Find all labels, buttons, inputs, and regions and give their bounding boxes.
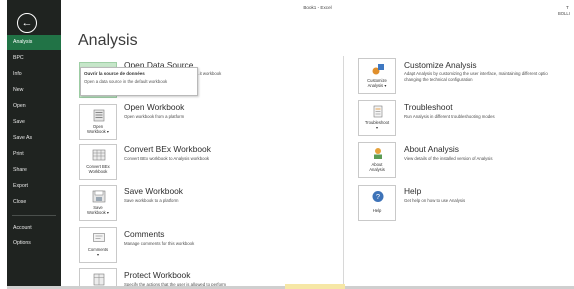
about-analysis-title[interactable]: About Analysis — [404, 144, 459, 154]
comments-desc: Manage comments for this workbook — [124, 241, 195, 246]
protect-workbook-button[interactable] — [79, 268, 117, 288]
backstage-sidebar: ← Analysis BPC Info New Open Save Save A… — [7, 0, 61, 287]
bottom-highlight — [285, 284, 345, 289]
tooltip-title: Ouvrir la source de données — [84, 71, 145, 76]
convert-bex-workbook-desc: Convert BEx workbook to Analysis workboo… — [124, 156, 210, 161]
save-workbook-button[interactable]: Save Workbook ▾ — [79, 185, 117, 221]
sidebar-item-close[interactable]: Close — [7, 195, 61, 210]
tile-label: ▾ — [375, 125, 379, 131]
troubleshoot-icon — [373, 105, 383, 118]
protect-workbook-icon — [93, 273, 105, 286]
sidebar-item-analysis[interactable]: Analysis — [7, 35, 61, 50]
open-workbook-title[interactable]: Open Workbook — [124, 102, 184, 112]
help-button[interactable]: ? Help — [358, 185, 396, 221]
open-workbook-icon — [93, 109, 105, 122]
help-title[interactable]: Help — [404, 186, 421, 196]
about-analysis-button[interactable]: About Analysis — [358, 142, 396, 178]
convert-workbook-icon — [92, 149, 106, 161]
sidebar-item-save-as[interactable]: Save As — [7, 131, 61, 146]
window-title: Book1 - Excel — [303, 5, 332, 10]
tooltip: Ouvrir la source de données Open a data … — [80, 67, 198, 96]
customize-analysis-title[interactable]: Customize Analysis — [404, 60, 477, 70]
troubleshoot-button[interactable]: Troubleshoot ▾ — [358, 100, 396, 136]
tile-label: Analysis — [369, 167, 385, 173]
troubleshoot-desc: Run Analysis in different troubleshootin… — [404, 114, 495, 119]
open-workbook-button[interactable]: Open Workbook ▾ — [79, 104, 117, 140]
tile-label: ▾ — [96, 252, 100, 258]
tile-label: Workbook ▾ — [86, 129, 110, 135]
open-workbook-desc: Open workbook from a platform — [124, 114, 185, 119]
sidebar-item-print[interactable]: Print — [7, 147, 61, 162]
sidebar-divider — [12, 215, 56, 216]
sidebar-item-new[interactable]: New — [7, 83, 61, 98]
customize-analysis-desc: Adapt Analysis by customizing the user i… — [404, 71, 548, 76]
tile-label: Workbook ▾ — [86, 210, 110, 216]
help-desc: Get help on how to use Analysis — [404, 198, 466, 203]
sidebar-item-open[interactable]: Open — [7, 99, 61, 114]
about-analysis-desc: View details of the installed version of… — [404, 156, 493, 161]
comments-icon — [93, 233, 105, 242]
comments-button[interactable]: Comments ▾ — [79, 227, 117, 263]
user-name[interactable]: BOLLI — [558, 11, 570, 16]
sidebar-item-info[interactable]: Info — [7, 67, 61, 82]
about-icon — [374, 148, 382, 159]
save-workbook-desc: Save workbook to a platform — [124, 198, 179, 203]
tile-label: Workbook — [88, 169, 108, 175]
sidebar-item-share[interactable]: Share — [7, 163, 61, 178]
customize-icon — [372, 64, 384, 75]
svg-text:?: ? — [376, 192, 380, 201]
window-titlebar: Book1 - Excel T BOLLI — [61, 0, 574, 16]
tile-label: Analysis ▾ — [367, 83, 387, 89]
back-arrow-icon[interactable]: ← — [17, 13, 37, 33]
sidebar-item-account[interactable]: Account — [7, 221, 61, 236]
sidebar-item-bpc[interactable]: BPC — [7, 51, 61, 66]
save-workbook-icon — [92, 190, 106, 203]
tile-label: Help — [372, 208, 382, 213]
convert-bex-workbook-button[interactable]: Convert BEx Workbook — [79, 144, 117, 180]
window-title-right: T — [566, 5, 569, 10]
comments-title[interactable]: Comments — [124, 229, 165, 239]
page-title: Analysis — [78, 32, 138, 49]
help-icon: ? — [372, 191, 384, 202]
convert-bex-workbook-title[interactable]: Convert BEx Workbook — [124, 144, 211, 154]
open-data-source-desc: ...it workbook — [196, 71, 222, 76]
sidebar-item-export[interactable]: Export — [7, 179, 61, 194]
troubleshoot-title[interactable]: Troubleshoot — [404, 102, 453, 112]
customize-analysis-button[interactable]: Customize Analysis ▾ — [358, 58, 396, 94]
save-workbook-title[interactable]: Save Workbook — [124, 186, 183, 196]
column-divider — [343, 56, 344, 286]
sidebar-item-save[interactable]: Save — [7, 115, 61, 130]
customize-analysis-desc-2: changing the technical configuration — [404, 77, 473, 82]
sidebar-item-options[interactable]: Options — [7, 236, 61, 251]
tooltip-text: Open a data source in the default workbo… — [84, 79, 168, 84]
protect-workbook-title[interactable]: Protect Workbook — [124, 270, 190, 280]
